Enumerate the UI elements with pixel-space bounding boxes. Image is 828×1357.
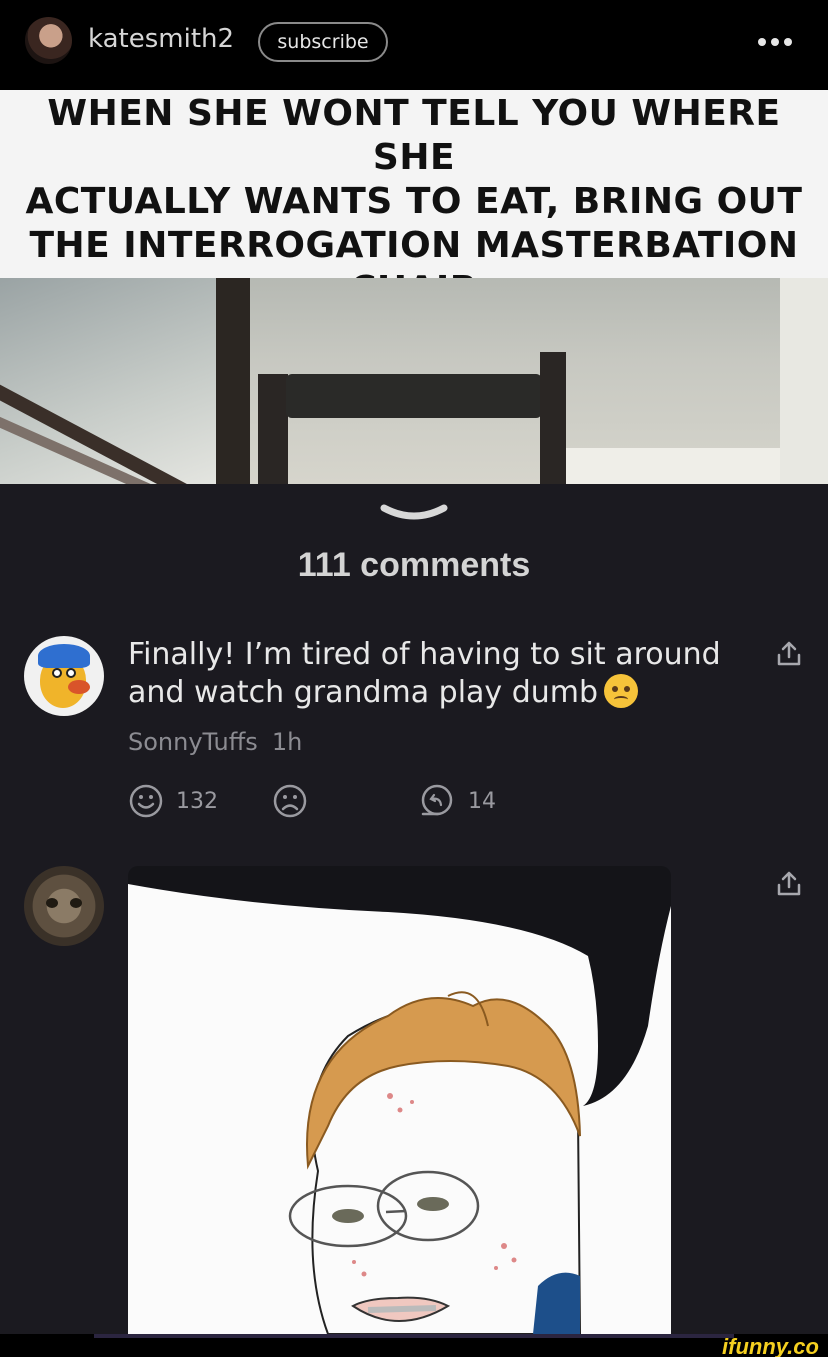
smile-reaction-button[interactable]: 132 [128, 783, 218, 819]
share-icon[interactable] [776, 870, 802, 898]
comment-author[interactable]: SonnyTuffs [128, 728, 258, 756]
meme-caption-line: WHEN SHE WONT TELL YOU WHERE SHE [47, 93, 781, 178]
post-meme-image[interactable]: WHEN SHE WONT TELL YOU WHERE SHE ACTUALL… [0, 90, 828, 484]
angry-face-icon [604, 674, 639, 708]
frown-icon [273, 784, 307, 818]
chevron-down-icon[interactable] [380, 502, 448, 524]
commenter-avatar-cat[interactable] [24, 866, 104, 946]
comment-time: 1h [271, 728, 303, 756]
more-dots-icon[interactable] [758, 38, 792, 46]
comment-image[interactable] [128, 866, 671, 1334]
top-bar: katesmith2 subscribe [0, 0, 828, 90]
smile-count: 132 [176, 788, 218, 814]
share-icon[interactable] [776, 640, 802, 668]
cartoon-face-image [128, 884, 671, 1334]
comments-count: 111 comments [297, 546, 531, 584]
bottom-strip [0, 1334, 828, 1357]
frown-reaction-button[interactable] [272, 783, 308, 819]
ifunny-watermark: ifunny.co [722, 1334, 819, 1357]
commenter-avatar[interactable] [24, 636, 104, 716]
meme-caption-line: ACTUALLY WANTS TO EAT, BRING OUT [25, 181, 803, 222]
comment-meta: SonnyTuffs 1h [128, 728, 302, 756]
reply-button[interactable]: 14 [418, 783, 496, 819]
poster-avatar[interactable] [25, 17, 72, 64]
subscribe-button[interactable]: subscribe [258, 22, 388, 62]
poster-username[interactable]: katesmith2 [88, 24, 234, 54]
meme-caption-line: THE INTERROGATION MASTERBATION [29, 225, 799, 266]
reply-count: 14 [468, 788, 496, 814]
smile-icon [129, 784, 163, 818]
chair-photo [0, 278, 828, 484]
comment-text: Finally! I’m tired of having to sit arou… [128, 636, 728, 712]
meme-caption: WHEN SHE WONT TELL YOU WHERE SHE ACTUALL… [0, 90, 828, 310]
reply-icon [421, 784, 453, 816]
